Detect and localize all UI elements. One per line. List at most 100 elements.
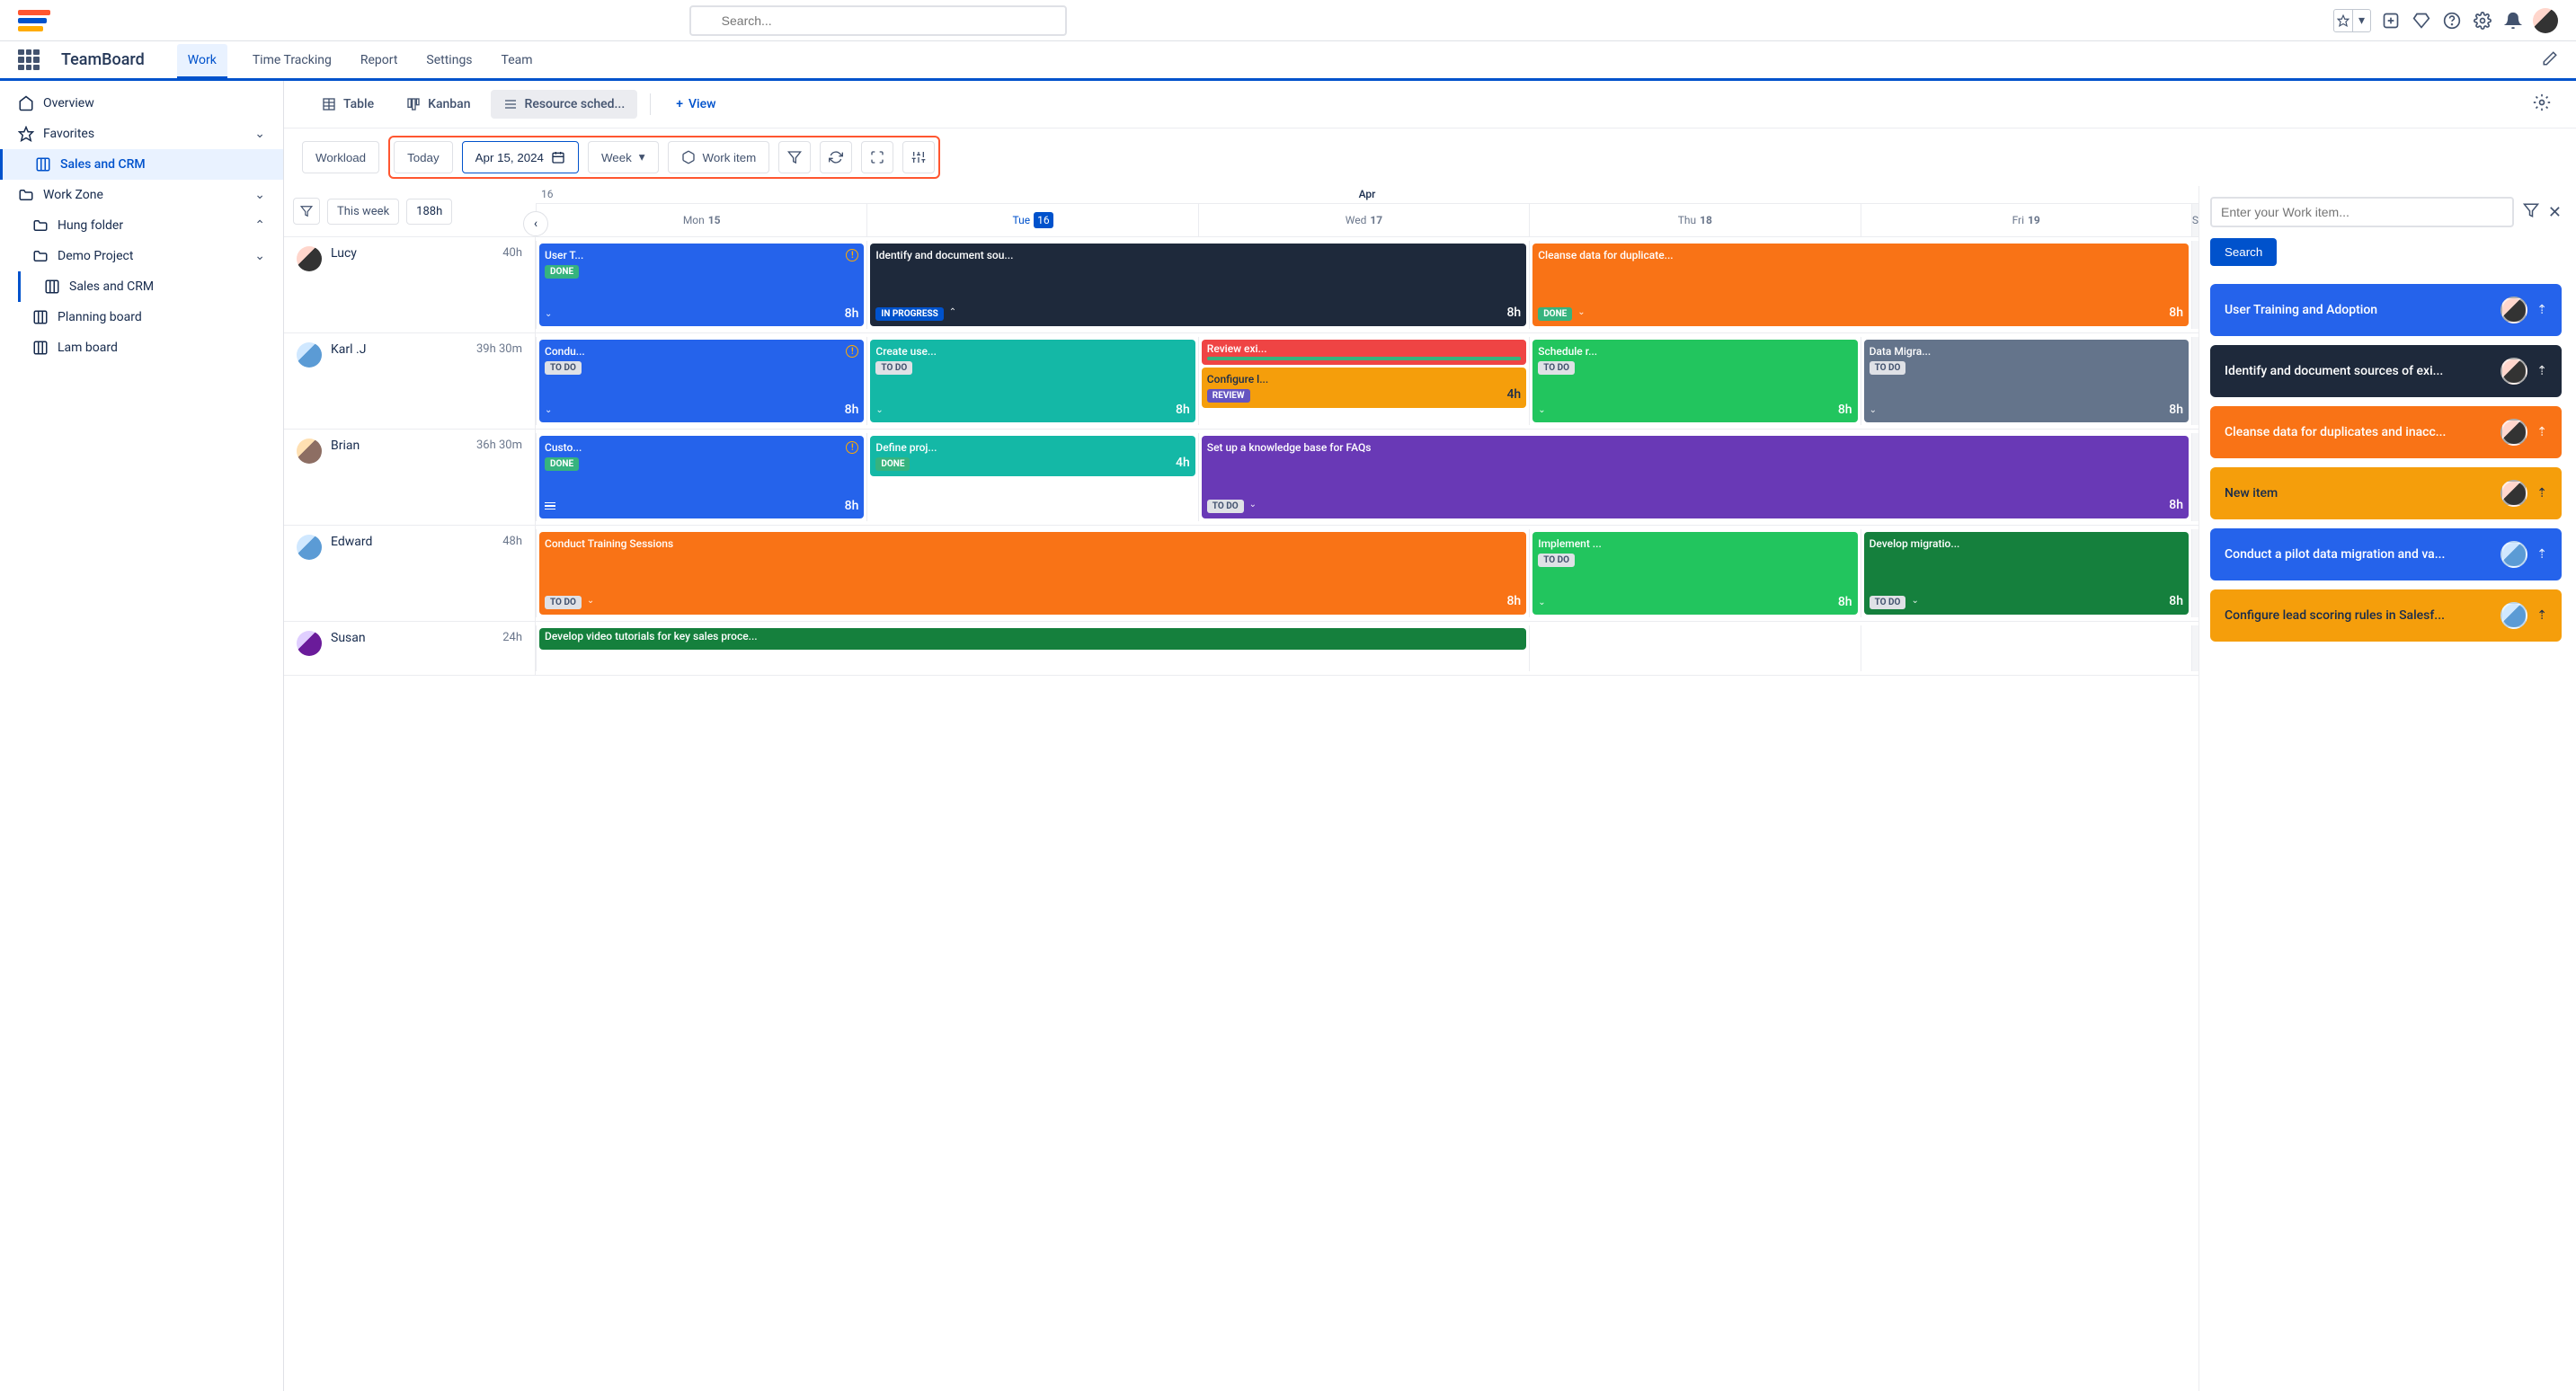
filter-button[interactable]: [778, 141, 811, 173]
chevron-down-icon[interactable]: ⌄: [1577, 307, 1585, 317]
view-settings-button[interactable]: [2533, 93, 2551, 115]
refresh-button[interactable]: [820, 141, 852, 173]
sidebar-workzone[interactable]: Work Zone ⌄: [0, 180, 283, 210]
chevron-down-icon[interactable]: ⌄: [545, 405, 552, 415]
avatar-icon: [297, 246, 322, 271]
priority-icon: ⇡: [2536, 425, 2547, 439]
view-tab-kanban[interactable]: Kanban: [394, 90, 483, 119]
workload-button[interactable]: Workload: [302, 141, 379, 173]
task-card[interactable]: Create use... TO DO ⌄8h: [870, 340, 1195, 422]
nav-work[interactable]: Work: [177, 44, 227, 79]
user-avatar[interactable]: [2533, 8, 2558, 33]
work-item-card[interactable]: User Training and Adoption ⇡: [2210, 284, 2562, 336]
filter-resources-button[interactable]: [293, 198, 320, 225]
notifications-button[interactable]: [2502, 10, 2524, 31]
chevron-down-icon[interactable]: ⌄: [1249, 500, 1257, 509]
add-view-button[interactable]: + View: [663, 90, 728, 119]
chevron-down-icon[interactable]: ⌄: [875, 405, 883, 415]
date-picker-button[interactable]: Apr 15, 2024: [462, 141, 579, 173]
schedule-left-header: This week 188h: [284, 186, 536, 236]
work-item-search-input[interactable]: [2210, 197, 2514, 227]
task-card[interactable]: Configure l... REVIEW4h: [1202, 368, 1526, 408]
panel-close-button[interactable]: ✕: [2548, 203, 2562, 222]
chevron-down-icon[interactable]: ⌄: [1870, 405, 1877, 415]
priority-icon: ⇡: [2536, 486, 2547, 501]
menu-icon[interactable]: [545, 502, 555, 510]
resource-lucy[interactable]: Lucy 40h: [284, 237, 536, 332]
work-item-card[interactable]: Identify and document sources of exi... …: [2210, 345, 2562, 397]
settings-button[interactable]: [2472, 10, 2493, 31]
global-search-input[interactable]: [689, 5, 1067, 36]
panel-filter-button[interactable]: [2523, 202, 2539, 222]
task-card[interactable]: Implement ... TO DO ⌄8h: [1532, 532, 1857, 615]
chevron-down-icon[interactable]: ⌄: [1911, 596, 1918, 606]
chevron-down-icon[interactable]: ⌄: [545, 309, 552, 319]
edit-icon[interactable]: [2542, 50, 2558, 70]
sidebar-favorites[interactable]: Favorites ⌄: [0, 119, 283, 149]
task-card[interactable]: Define proj... DONE4h: [870, 436, 1195, 476]
work-item-card[interactable]: Cleanse data for duplicates and inacc...…: [2210, 406, 2562, 458]
sidebar-fav-sales-crm[interactable]: Sales and CRM: [0, 149, 283, 180]
add-button[interactable]: [2380, 10, 2402, 31]
apps-grid-icon[interactable]: [18, 49, 40, 71]
resource-brian[interactable]: Brian 36h 30m: [284, 430, 536, 525]
sidebar-demo-sales-crm[interactable]: Sales and CRM: [18, 271, 283, 302]
sliders-button[interactable]: [902, 141, 935, 173]
work-item-card[interactable]: New item ⇡: [2210, 467, 2562, 519]
sidebar-overview[interactable]: Overview: [0, 88, 283, 119]
task-card[interactable]: Set up a knowledge base for FAQs TO DO⌄8…: [1202, 436, 2189, 518]
nav-settings[interactable]: Settings: [422, 44, 475, 79]
work-item-card[interactable]: Configure lead scoring rules in Salesf..…: [2210, 589, 2562, 642]
task-card[interactable]: Condu...! TO DO ⌄8h: [539, 340, 864, 422]
nav-time-tracking[interactable]: Time Tracking: [249, 44, 335, 79]
this-week-chip[interactable]: This week: [327, 199, 399, 225]
task-card[interactable]: Cleanse data for duplicate... DONE⌄8h: [1532, 244, 2189, 326]
view-tab-resource[interactable]: Resource sched...: [491, 90, 638, 119]
plus-icon: +: [676, 97, 683, 111]
sidebar-planning-board[interactable]: Planning board: [0, 302, 283, 332]
panel-search-button[interactable]: Search: [2210, 238, 2277, 266]
chevron-down-icon[interactable]: ⌄: [1538, 405, 1545, 415]
resource-karl[interactable]: Karl .J 39h 30m: [284, 333, 536, 429]
avatar-icon: [297, 535, 322, 560]
box-icon: [681, 150, 696, 164]
day-wed: Wed 17: [1198, 204, 1529, 236]
nav-report[interactable]: Report: [357, 44, 402, 79]
chevron-up-icon[interactable]: ⌃: [949, 307, 956, 317]
board-icon: [32, 309, 49, 325]
task-card[interactable]: Conduct Training Sessions TO DO⌄8h: [539, 532, 1526, 615]
today-button[interactable]: Today: [394, 141, 453, 173]
priority-icon: ⇡: [2536, 608, 2547, 623]
diamond-icon[interactable]: [2411, 10, 2432, 31]
task-card[interactable]: Schedule r... TO DO ⌄8h: [1532, 340, 1857, 422]
sidebar-hung-folder[interactable]: Hung folder ⌃: [0, 210, 283, 241]
priority-icon: ⇡: [2536, 547, 2547, 562]
range-selector[interactable]: Week ▾: [588, 141, 659, 173]
fullscreen-button[interactable]: [861, 141, 893, 173]
task-card[interactable]: Review exi...: [1202, 340, 1526, 365]
star-icon: [2334, 10, 2352, 31]
work-item-button[interactable]: Work item: [668, 141, 770, 173]
star-split-button[interactable]: ▾: [2333, 9, 2371, 32]
task-card[interactable]: User T...! DONE ⌄8h: [539, 244, 864, 326]
task-card[interactable]: Develop migratio... TO DO⌄8h: [1864, 532, 2189, 615]
resource-edward[interactable]: Edward 48h: [284, 526, 536, 621]
chevron-down-icon[interactable]: ⌄: [1538, 598, 1545, 607]
task-card[interactable]: Data Migra... TO DO ⌄8h: [1864, 340, 2189, 422]
help-button[interactable]: [2441, 10, 2463, 31]
resource-susan[interactable]: Susan 24h: [284, 622, 536, 675]
refresh-icon: [829, 150, 843, 164]
view-tab-table[interactable]: Table: [309, 90, 386, 119]
task-card[interactable]: Identify and document sou... IN PROGRESS…: [870, 244, 1526, 326]
nav-team[interactable]: Team: [498, 44, 537, 79]
sidebar-demo-project[interactable]: Demo Project ⌄: [0, 241, 283, 271]
prev-week-button[interactable]: ‹: [523, 211, 548, 236]
task-card[interactable]: Custo...! DONE 8h: [539, 436, 864, 518]
chevron-down-icon[interactable]: ⌄: [587, 596, 594, 606]
expand-icon: [870, 150, 884, 164]
board-icon: [35, 156, 51, 173]
task-card[interactable]: Develop video tutorials for key sales pr…: [539, 628, 1526, 650]
assignee-avatar: [2500, 297, 2527, 323]
work-item-card[interactable]: Conduct a pilot data migration and va...…: [2210, 528, 2562, 580]
sidebar-lam-board[interactable]: Lam board: [0, 332, 283, 363]
